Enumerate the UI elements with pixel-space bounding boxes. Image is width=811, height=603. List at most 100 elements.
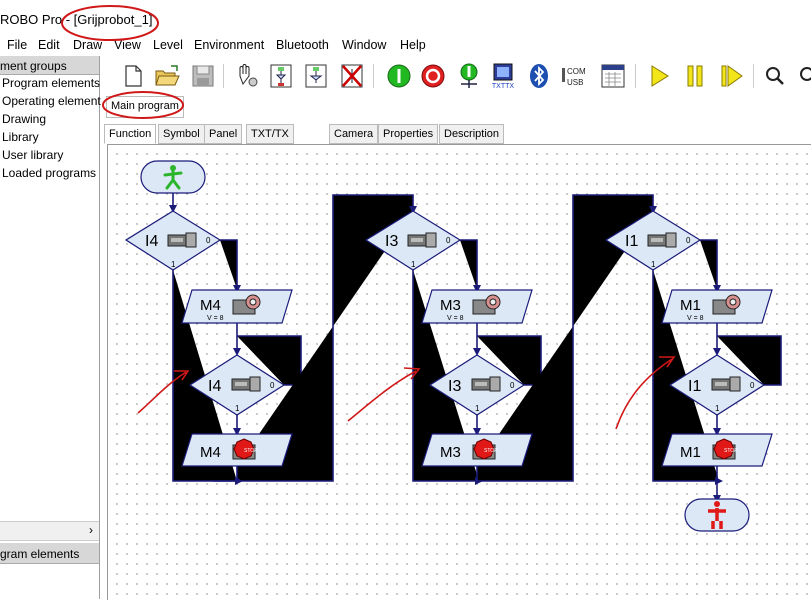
svg-text:1: 1 <box>171 260 176 269</box>
step-icon[interactable] <box>717 62 745 90</box>
menu-bluetooth[interactable]: Bluetooth <box>276 38 329 52</box>
menu-bar: File Edit Draw View Level Environment Bl… <box>0 36 811 56</box>
end-block[interactable] <box>684 498 750 532</box>
svg-text:M3: M3 <box>440 444 461 461</box>
group-program-elements[interactable]: Program elements <box>2 76 100 90</box>
toolbar-separator <box>635 64 636 88</box>
toolbar-separator <box>223 64 224 88</box>
zoom-icon[interactable] <box>793 62 811 90</box>
flowchart: I4 0 1 M4 V = 8 I4 0 1 M4 STOP I3 0 1 M3… <box>124 160 782 532</box>
com-usb-icon[interactable]: COM USB <box>561 62 589 90</box>
toolbar-separator <box>373 64 374 88</box>
svg-text:M1: M1 <box>680 444 701 461</box>
menu-level[interactable]: Level <box>153 38 183 52</box>
motor-stop-m1[interactable]: M1 STOP <box>661 433 773 467</box>
svg-text:I1: I1 <box>688 378 701 395</box>
menu-draw[interactable]: Draw <box>73 38 102 52</box>
svg-text:M4: M4 <box>200 297 221 314</box>
tab-description[interactable]: Description <box>439 124 505 144</box>
program-elements-header: gram elements <box>0 543 99 564</box>
window-title: ROBO Pro - [Grijprobot_1] <box>0 12 153 27</box>
svg-text:I4: I4 <box>145 233 158 250</box>
download-icon[interactable] <box>455 62 483 90</box>
com-label: COM <box>567 67 586 76</box>
motor-block-m1[interactable]: M1 V = 8 <box>661 289 773 324</box>
pause-icon[interactable] <box>681 62 709 90</box>
usb-label: USB <box>567 78 583 87</box>
horizontal-scrollbar[interactable]: › <box>0 521 99 541</box>
element-groups-header: ment groups <box>0 56 99 75</box>
group-library[interactable]: Library <box>2 130 39 144</box>
copy-subprogram-icon[interactable] <box>302 62 330 90</box>
tab-properties[interactable]: Properties <box>378 124 439 144</box>
svg-text:1: 1 <box>235 404 240 413</box>
new-file-icon[interactable] <box>119 62 147 90</box>
input-branch-i4[interactable]: I4 0 1 <box>124 210 222 271</box>
stop-icon[interactable] <box>419 62 447 90</box>
svg-text:0: 0 <box>750 381 755 390</box>
svg-text:0: 0 <box>206 236 211 245</box>
svg-text:1: 1 <box>651 260 656 269</box>
motor-block-m4[interactable]: M4 V = 8 <box>181 289 293 324</box>
svg-text:1: 1 <box>715 404 720 413</box>
menu-view[interactable]: View <box>114 38 141 52</box>
menu-environment[interactable]: Environment <box>194 38 264 52</box>
motor-block-m3[interactable]: M3 V = 8 <box>421 289 533 324</box>
svg-text:V = 8: V = 8 <box>687 315 704 322</box>
txt-label: TXTTX <box>492 83 514 90</box>
menu-file[interactable]: File <box>7 38 27 52</box>
svg-text:I3: I3 <box>448 378 461 395</box>
svg-text:0: 0 <box>446 236 451 245</box>
svg-text:V = 8: V = 8 <box>447 315 464 322</box>
element-groups-panel: ment groups Program elements Operating e… <box>0 56 101 599</box>
open-folder-icon[interactable] <box>153 62 181 90</box>
tab-camera[interactable]: Camera <box>329 124 379 144</box>
annotation-arrow-2 <box>347 367 421 422</box>
txt-controller-icon[interactable]: TXTTX <box>489 62 517 90</box>
tab-txt-tx-display[interactable]: TXT/TX Display <box>246 124 294 158</box>
motor-stop-m4[interactable]: M4 STOP <box>181 433 293 467</box>
search-icon[interactable] <box>761 62 789 90</box>
new-subprogram-icon[interactable] <box>267 62 295 90</box>
svg-text:M1: M1 <box>680 297 701 314</box>
group-operating-elements[interactable]: Operating element <box>2 94 101 108</box>
group-loaded-programs[interactable]: Loaded programs <box>2 166 96 180</box>
test-interface-icon[interactable] <box>599 62 627 90</box>
svg-text:STOP: STOP <box>484 448 498 454</box>
title-bar: ROBO Pro - [Grijprobot_1] <box>0 0 811 36</box>
svg-text:STOP: STOP <box>244 448 258 454</box>
tab-main-program[interactable]: Main program <box>106 96 184 118</box>
svg-text:M4: M4 <box>200 444 221 461</box>
hand-pointer-icon[interactable] <box>231 62 259 90</box>
group-drawing[interactable]: Drawing <box>2 112 46 126</box>
scroll-right-icon[interactable]: › <box>89 523 93 537</box>
svg-text:I4: I4 <box>208 378 221 395</box>
motor-stop-m3[interactable]: M3 STOP <box>421 433 533 467</box>
toolbar-separator <box>753 64 754 88</box>
svg-text:1: 1 <box>411 260 416 269</box>
menu-help[interactable]: Help <box>400 38 426 52</box>
svg-text:0: 0 <box>686 236 691 245</box>
tab-panel[interactable]: Panel <box>204 124 243 144</box>
bluetooth-icon[interactable] <box>525 62 553 90</box>
save-icon[interactable] <box>189 62 217 90</box>
tab-symbol[interactable]: Symbol <box>158 124 205 144</box>
start-block[interactable] <box>140 160 206 194</box>
svg-text:I3: I3 <box>385 233 398 250</box>
svg-text:V = 8: V = 8 <box>207 315 224 322</box>
group-user-library[interactable]: User library <box>2 148 63 162</box>
menu-window[interactable]: Window <box>342 38 386 52</box>
run-icon[interactable] <box>645 62 673 90</box>
svg-text:0: 0 <box>270 381 275 390</box>
svg-text:M3: M3 <box>440 297 461 314</box>
svg-text:I1: I1 <box>625 233 638 250</box>
program-canvas[interactable]: I4 0 1 M4 V = 8 I4 0 1 M4 STOP I3 0 1 M3… <box>107 144 811 600</box>
svg-text:1: 1 <box>475 404 480 413</box>
svg-text:0: 0 <box>510 381 515 390</box>
svg-text:STOP: STOP <box>724 448 738 454</box>
toolbar: TXTTX COM USB <box>103 58 811 94</box>
menu-edit[interactable]: Edit <box>38 38 60 52</box>
tab-function[interactable]: Function <box>104 124 157 144</box>
delete-subprogram-icon[interactable] <box>338 62 366 90</box>
start-icon[interactable] <box>385 62 413 90</box>
